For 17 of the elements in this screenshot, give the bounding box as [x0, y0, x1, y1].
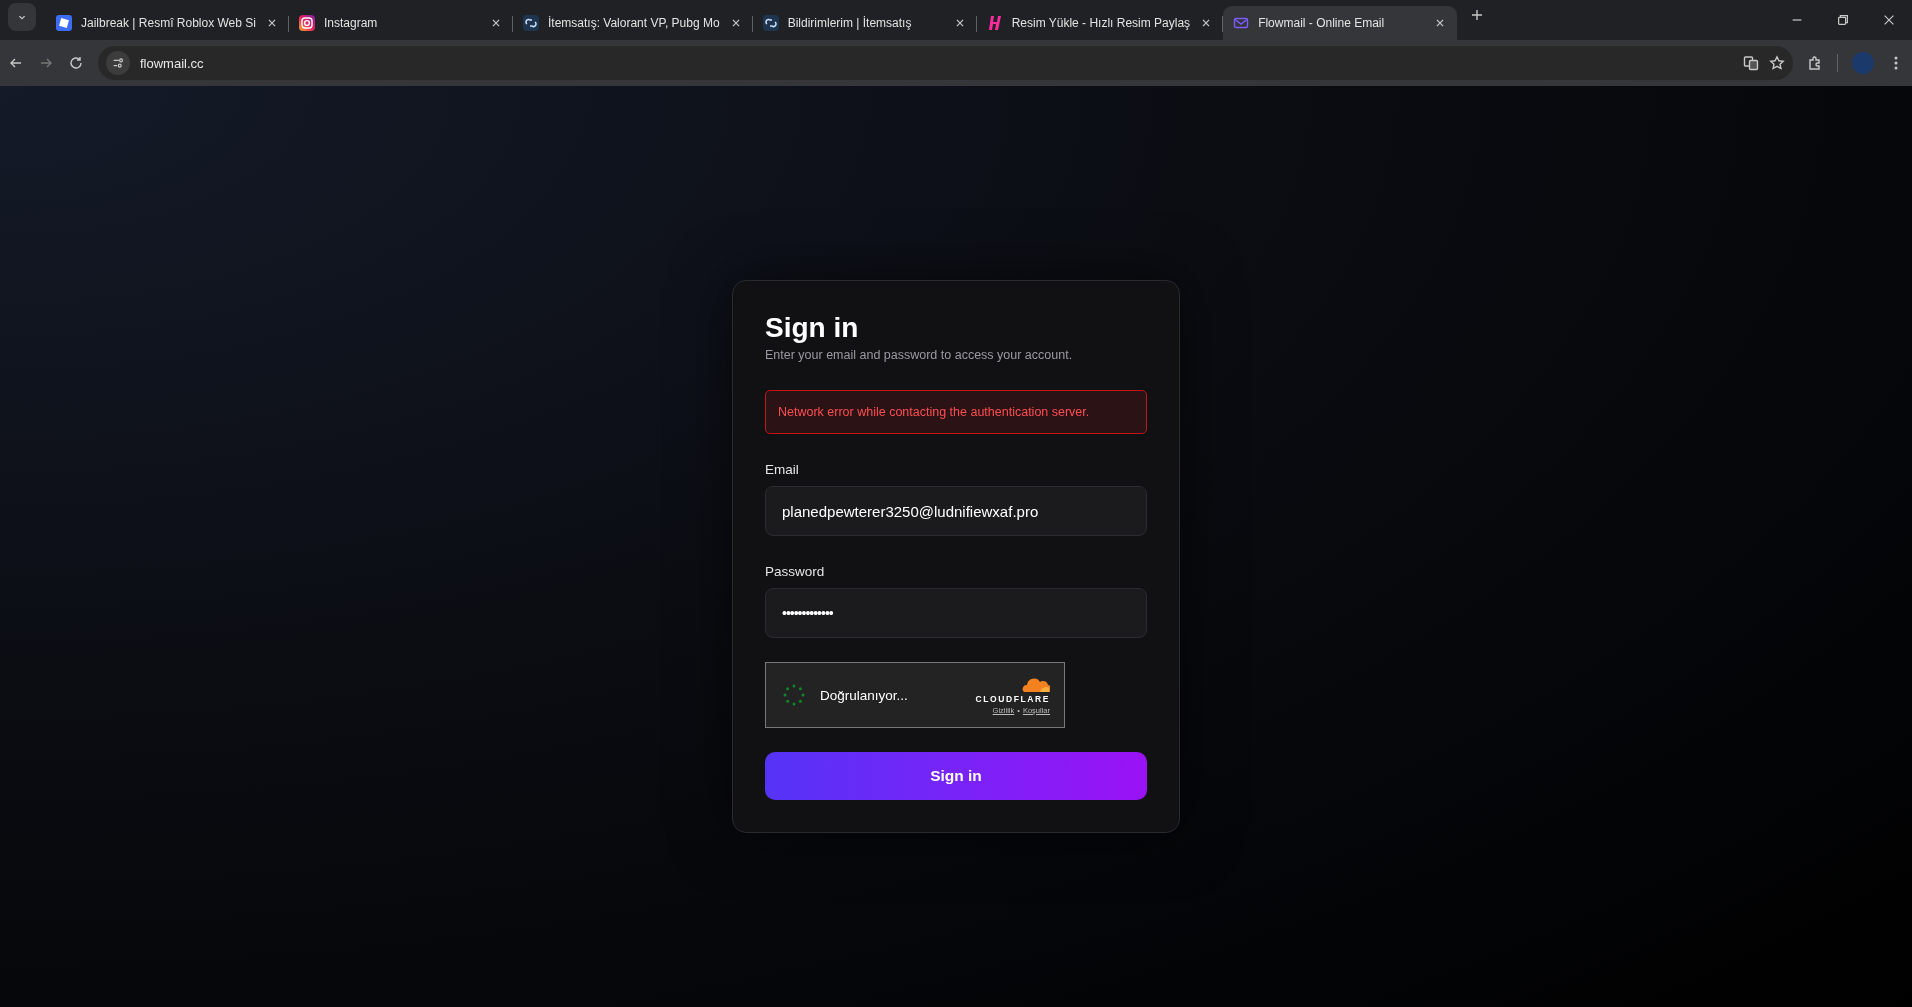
sign-in-button[interactable]: Sign in: [765, 752, 1147, 800]
card-subtitle: Enter your email and password to access your account.: [765, 348, 1074, 362]
captcha-status: Doğrulanıyor...: [820, 687, 909, 703]
browser-tab[interactable]: Bildirimlerim | İtemsatış: [752, 6, 977, 40]
browser-tab[interactable]: Flowmail - Online Email: [1223, 6, 1458, 40]
browser-tab[interactable]: Instagram: [288, 6, 513, 40]
browser-tab[interactable]: İtemsatış: Valorant VP, Pubg Mo: [512, 6, 753, 40]
email-field[interactable]: planedpewterer3250@ludnifiewxaf.pro: [765, 486, 1147, 536]
browser-tab[interactable]: Jailbreak | Resmî Roblox Web Si: [46, 6, 289, 40]
address-bar[interactable]: flowmail.cc: [98, 46, 1793, 80]
card-title: Sign in: [765, 311, 860, 345]
error-message: Network error while contacting the authentication server.: [765, 390, 1147, 434]
url-text: flowmail.cc: [140, 55, 205, 71]
password-field[interactable]: •••••••••••••: [765, 588, 1147, 638]
field-label: Password: [765, 564, 826, 579]
field-label: Email: [765, 462, 800, 477]
brand-text: CLOUDFLARE: [975, 693, 1050, 704]
